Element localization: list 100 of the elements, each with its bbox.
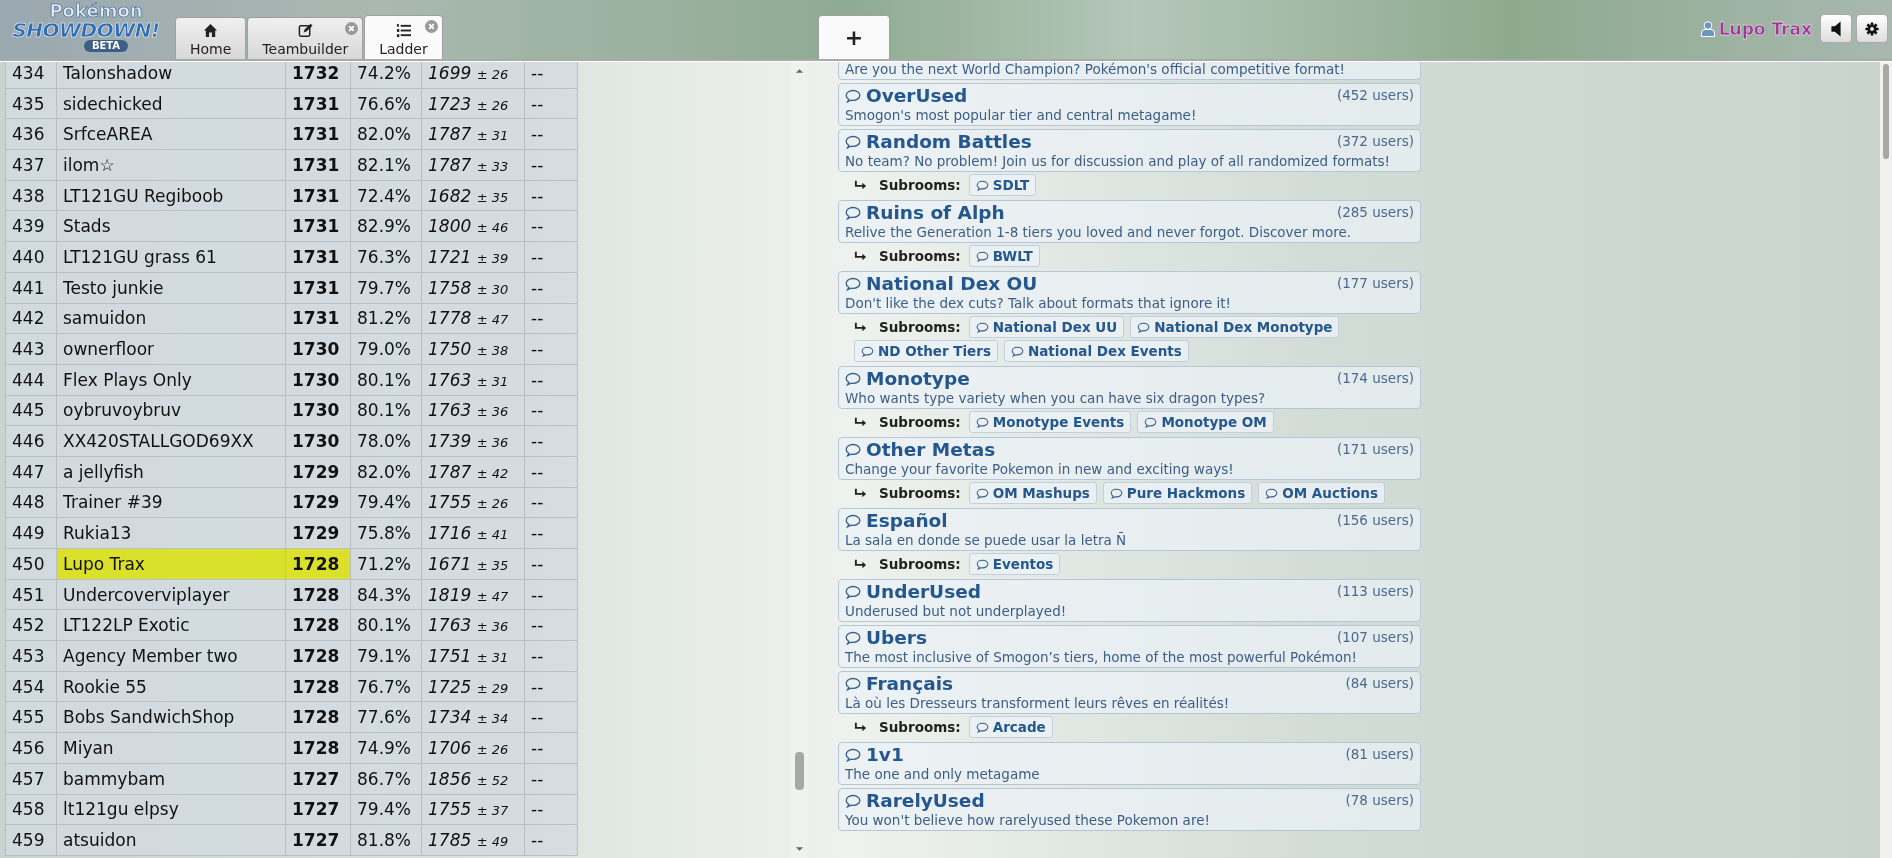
tab[interactable]: Teambuilder [247, 17, 364, 59]
coil-cell: -- [524, 794, 578, 825]
chat-room-card[interactable]: Ubers (107 users) The most inclusive of Smogon’s tiers, home of the most powerful Pokémon! [838, 625, 1421, 668]
sound-button[interactable] [1820, 14, 1852, 43]
chat-bubble-icon [1010, 345, 1024, 357]
player-name-cell[interactable]: Rukia13 [56, 517, 286, 549]
user-count: (177 users) [1336, 274, 1414, 291]
chat-bubble-icon [845, 584, 861, 599]
player-name-cell[interactable]: Flex Plays Only [56, 364, 286, 396]
scrollbar[interactable] [1880, 62, 1892, 858]
scrollbar-thumb[interactable] [795, 752, 804, 790]
logo[interactable]: Pokémon SHOWDOWN! BETA [0, 0, 172, 58]
glicko-cell: 1778 ± 47 [421, 303, 525, 334]
chat-room-card[interactable]: 1v1 (81 users) The one and only metagame [838, 742, 1421, 785]
rank-cell: 444 [5, 364, 57, 396]
chat-room-card[interactable]: Are you the next World Champion? Pokémon's official competitive format! [838, 62, 1421, 80]
room-title[interactable]: Monotype [845, 368, 970, 389]
chat-room-card[interactable]: OverUsed (452 users) Smogon's most popular tier and central metagame! [838, 83, 1421, 126]
subroom-link[interactable]: ND Other Tiers [854, 340, 998, 362]
chat-room-card[interactable]: Monotype (174 users) Who wants type variety when you can have six dragon types? [838, 366, 1421, 409]
scroll-down-icon[interactable] [795, 846, 804, 852]
player-name-cell[interactable]: LT122LP Exotic [56, 609, 286, 641]
chat-room-card[interactable]: Français (84 users) Là où les Dresseurs transforment leurs rêves en réalités! [838, 671, 1421, 714]
close-icon[interactable] [345, 22, 359, 35]
room-title[interactable]: Other Metas [845, 439, 996, 460]
subroom-link[interactable]: Monotype OM [1137, 411, 1274, 433]
player-name-cell[interactable]: Rookie 55 [56, 671, 286, 702]
player-name-cell[interactable]: LT121GU grass 61 [56, 241, 286, 273]
gxe-cell: 76.3% [350, 241, 422, 273]
chat-bubble-icon [845, 747, 861, 762]
room-title[interactable]: 1v1 [845, 744, 904, 765]
player-name-cell[interactable]: ownerfloor [56, 333, 286, 365]
chat-room-card[interactable]: National Dex OU (177 users) Don't like the dex cuts? Talk about formats that ignore it! [838, 271, 1421, 314]
player-name-cell[interactable]: Bobs SandwichShop [56, 701, 286, 733]
subroom-link[interactable]: National Dex Monotype [1130, 316, 1340, 338]
scroll-up-icon[interactable] [795, 68, 804, 74]
player-name-cell[interactable]: Undercoverviplayer [56, 579, 286, 610]
player-name-cell[interactable]: LT121GU Regiboob [56, 180, 286, 211]
subroom-link[interactable]: SDLT [968, 174, 1037, 196]
subroom-link[interactable]: Arcade [968, 716, 1053, 738]
tab[interactable]: Ladder [364, 15, 443, 59]
coil-cell: -- [524, 701, 578, 733]
room-title[interactable]: Español [845, 510, 948, 531]
player-name-cell[interactable]: bammybam [56, 763, 286, 794]
player-name-cell[interactable]: SrfceAREA [56, 118, 286, 150]
subroom-link[interactable]: Monotype Events [968, 411, 1132, 433]
rank-cell: 453 [5, 640, 57, 672]
chat-room-card[interactable]: RarelyUsed (78 users) You won't believe how rarelyused these Pokemon are! [838, 788, 1421, 831]
room-title[interactable]: Ubers [845, 627, 927, 648]
player-name-cell[interactable]: a jellyfish [56, 456, 286, 488]
room-title[interactable]: National Dex OU [845, 273, 1038, 294]
settings-button[interactable] [1856, 14, 1888, 43]
player-name-cell[interactable]: Talonshadow [56, 62, 286, 89]
subroom-link[interactable]: National Dex UU [968, 316, 1125, 338]
player-name-cell[interactable]: atsuidon [56, 824, 286, 856]
glicko-cell: 1706 ± 26 [421, 732, 525, 764]
subroom-link[interactable]: Eventos [968, 553, 1061, 575]
tab[interactable]: Home [175, 17, 247, 59]
player-name-cell[interactable]: Miyan [56, 732, 286, 764]
subroom-link[interactable]: BWLT [968, 245, 1040, 267]
player-name-cell[interactable]: oybruvoybruv [56, 395, 286, 426]
close-icon[interactable] [424, 20, 438, 33]
chat-room-card[interactable]: Español (156 users) La sala en donde se puede usar la letra Ñ [838, 508, 1421, 551]
chat-room-card[interactable]: Random Battles (372 users) No team? No problem! Join us for discussion and play of all randomized formats! [838, 129, 1421, 172]
room-title[interactable]: Français [845, 673, 954, 694]
glicko-cell: 1758 ± 30 [421, 272, 525, 303]
player-name-cell[interactable]: lt121gu elpsy [56, 794, 286, 825]
room-title[interactable]: Ruins of Alph [845, 202, 1005, 223]
player-name-cell[interactable]: Stads [56, 210, 286, 242]
player-name-cell[interactable]: Testo junkie [56, 272, 286, 303]
chat-room-card[interactable]: Other Metas (171 users) Change your favorite Pokemon in new and exciting ways! [838, 437, 1421, 480]
chat-room-card[interactable]: UnderUsed (113 users) Underused but not underplayed! [838, 579, 1421, 622]
player-name-cell[interactable]: Lupo Trax [56, 548, 286, 580]
coil-cell: -- [524, 62, 578, 89]
subroom-arrow-icon [854, 180, 867, 190]
scrollbar[interactable] [791, 62, 808, 858]
player-name-cell[interactable]: ilom☆ [56, 149, 286, 181]
chat-room-card[interactable]: Ruins of Alph (285 users) Relive the Generation 1-8 tiers you loved and never forgot. Discover more. [838, 200, 1421, 243]
new-tab-button[interactable]: + [818, 15, 890, 59]
player-name-cell[interactable]: XX420STALLGOD69XX [56, 425, 286, 457]
room-title[interactable]: UnderUsed [845, 581, 981, 602]
coil-cell: -- [524, 824, 578, 856]
room-title[interactable]: OverUsed [845, 85, 968, 106]
room-title[interactable]: RarelyUsed [845, 790, 985, 811]
chat-bubble-icon [975, 321, 989, 333]
scrollbar-thumb[interactable] [1883, 64, 1889, 159]
subroom-link[interactable]: National Dex Events [1003, 340, 1189, 362]
player-name-cell[interactable]: samuidon [56, 303, 286, 334]
subroom-link[interactable]: Pure Hackmons [1102, 482, 1253, 504]
coil-cell: -- [524, 609, 578, 641]
player-name-cell[interactable]: Trainer #39 [56, 487, 286, 518]
subrooms-label: Subrooms: [879, 248, 961, 264]
room-description: Underused but not underplayed! [845, 602, 1068, 619]
glicko-cell: 1787 ± 33 [421, 149, 525, 181]
player-name-cell[interactable]: sidechicked [56, 88, 286, 119]
player-name-cell[interactable]: Agency Member two [56, 640, 286, 672]
room-title[interactable]: Random Battles [845, 131, 1032, 152]
subroom-link[interactable]: OM Auctions [1258, 482, 1385, 504]
user-count: (78 users) [1345, 791, 1414, 808]
subroom-link[interactable]: OM Mashups [968, 482, 1097, 504]
